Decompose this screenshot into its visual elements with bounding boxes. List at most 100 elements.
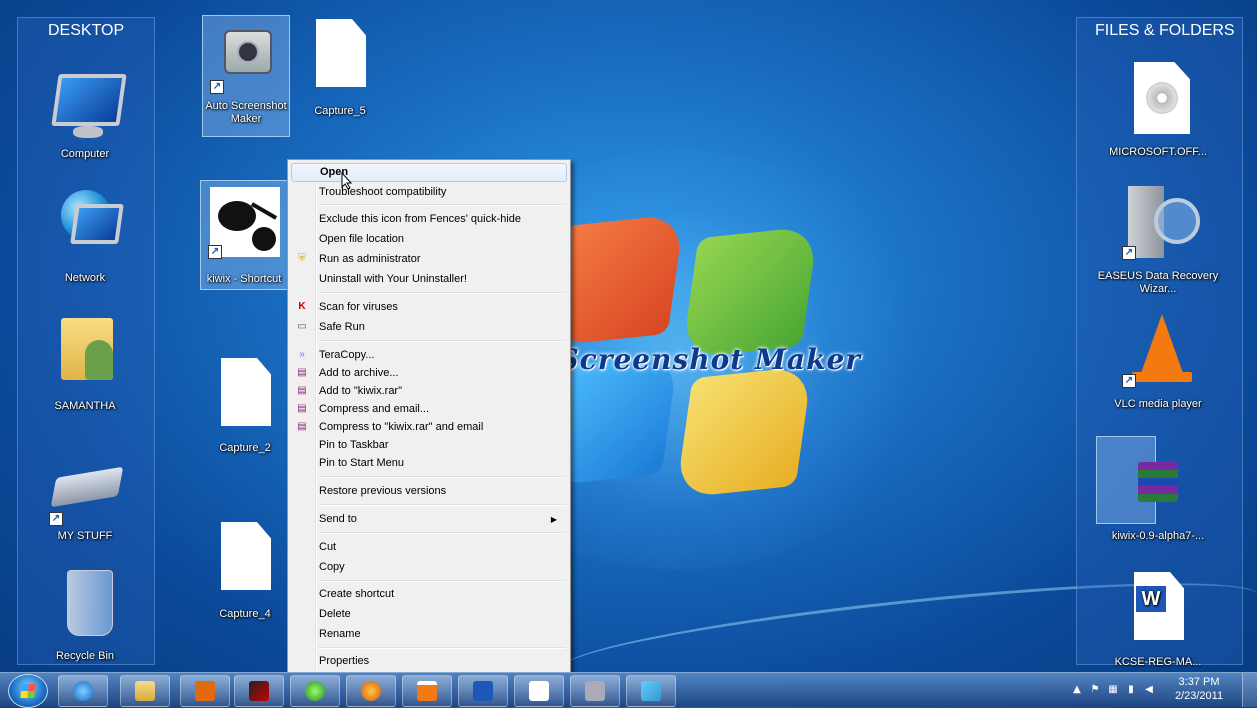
desktop-icon-network[interactable]: Network: [30, 182, 140, 285]
desktop-icon-microsoft-off[interactable]: MICROSOFT.OFF...: [1096, 58, 1220, 159]
disc-image-icon: [1118, 58, 1198, 136]
winrar-icon: ▤: [297, 421, 307, 432]
menu-item-properties[interactable]: Properties: [291, 652, 567, 671]
shortcut-arrow-icon: ↗: [1122, 374, 1136, 388]
menu-item-delete[interactable]: Delete: [291, 605, 567, 624]
menu-item-copy[interactable]: Copy: [291, 558, 567, 577]
menu-item-compress-email[interactable]: ▤ Compress and email...: [291, 400, 567, 419]
taskbar-kiwix[interactable]: [514, 675, 564, 707]
recycle-bin-icon: [45, 564, 125, 642]
menu-item-open-file-location[interactable]: Open file location: [291, 230, 567, 249]
menu-separator: [318, 204, 566, 206]
menu-label: Add to archive...: [319, 367, 399, 379]
kiwix-icon: ↗: [204, 181, 284, 259]
desktop-icon-capture4[interactable]: Capture_4: [190, 518, 300, 621]
document-icon: [300, 15, 380, 93]
menu-item-teracopy[interactable]: » TeraCopy...: [291, 346, 567, 365]
menu-label: Add to "kiwix.rar": [319, 385, 402, 397]
network-icon: [45, 182, 125, 260]
desktop-icon-easeus[interactable]: ↗ EASEUS Data Recovery Wizar...: [1096, 182, 1220, 296]
menu-item-compress-kiwix-email[interactable]: ▤ Compress to "kiwix.rar" and email: [291, 418, 567, 437]
action-center-icon[interactable]: ⚑: [1089, 684, 1101, 696]
desktop-icon-capture5[interactable]: Capture_5: [285, 15, 395, 118]
fence-title-desktop: DESKTOP: [48, 22, 125, 39]
menu-item-rename[interactable]: Rename: [291, 625, 567, 644]
icon-label: EASEUS Data Recovery Wizar...: [1097, 270, 1219, 295]
menu-label: Cut: [319, 541, 337, 553]
icon-label: SAMANTHA: [54, 400, 116, 412]
clock[interactable]: 3:37 PM 2/23/2011: [1169, 675, 1229, 703]
desktop-icon-kcse[interactable]: KCSE-REG-MA...: [1096, 568, 1220, 669]
menu-item-pin-taskbar[interactable]: Pin to Taskbar: [291, 436, 567, 455]
menu-label: Compress and email...: [319, 403, 430, 415]
start-button[interactable]: [8, 674, 48, 708]
icon-label: Recycle Bin: [55, 650, 115, 662]
taskbar-kaspersky[interactable]: [234, 675, 284, 707]
rar-archive-icon: [1118, 444, 1198, 522]
desktop-icon-kiwix-shortcut[interactable]: ↗ kiwix - Shortcut: [200, 180, 288, 290]
power-icon[interactable]: ▮: [1125, 684, 1137, 696]
windows-logo-green: [681, 225, 819, 359]
desktop-icon-my-stuff[interactable]: ↗ MY STUFF: [30, 448, 140, 543]
menu-separator: [318, 647, 566, 649]
menu-item-exclude-fences[interactable]: Exclude this icon from Fences' quick-hid…: [291, 210, 567, 229]
taskbar-auto-screenshot-maker[interactable]: [570, 675, 620, 707]
menu-item-safe-run[interactable]: ▭ Safe Run: [291, 318, 567, 337]
winrar-icon: ▤: [297, 385, 307, 396]
shortcut-arrow-icon: ↗: [208, 245, 222, 259]
document-icon: [205, 354, 285, 432]
taskbar-firefox[interactable]: [346, 675, 396, 707]
desktop-icon-vlc[interactable]: ↗ VLC media player: [1096, 310, 1220, 411]
menu-item-troubleshoot[interactable]: Troubleshoot compatibility: [291, 183, 567, 202]
desktop-icon-auto-screenshot[interactable]: ↗ Auto Screenshot Maker: [202, 15, 290, 137]
vlc-icon: ↗: [1118, 310, 1198, 388]
desktop-icon-capture2[interactable]: Capture_2: [190, 354, 300, 455]
menu-item-pin-start[interactable]: Pin to Start Menu: [291, 454, 567, 473]
menu-item-run-as-admin[interactable]: ⛨ Run as administrator: [291, 250, 567, 269]
menu-item-add-kiwix-rar[interactable]: ▤ Add to "kiwix.rar": [291, 382, 567, 401]
taskbar-utorrent[interactable]: [290, 675, 340, 707]
winrar-icon: ▤: [297, 367, 307, 378]
menu-item-restore-versions[interactable]: Restore previous versions: [291, 482, 567, 501]
icon-label: kiwix - Shortcut: [206, 273, 282, 285]
desktop-icon-kiwix-alpha[interactable]: kiwix-0.9-alpha7-...: [1096, 444, 1220, 543]
show-desktop-button[interactable]: [1242, 673, 1257, 707]
camera-icon: [585, 681, 605, 701]
menu-label: Scan for viruses: [319, 301, 398, 313]
menu-label: Uninstall with Your Uninstaller!: [319, 273, 467, 285]
menu-label: Create shortcut: [319, 588, 395, 600]
document-icon: [205, 518, 285, 596]
network-tray-icon[interactable]: ▦: [1107, 684, 1119, 696]
taskbar-control-panel[interactable]: [626, 675, 676, 707]
show-hidden-icons-icon[interactable]: ▲: [1071, 684, 1083, 696]
icon-label: Capture_5: [314, 105, 366, 117]
menu-separator: [318, 504, 566, 506]
menu-item-cut[interactable]: Cut: [291, 538, 567, 557]
menu-item-create-shortcut[interactable]: Create shortcut: [291, 585, 567, 604]
taskbar-file-explorer[interactable]: [120, 675, 170, 707]
taskbar-word[interactable]: [458, 675, 508, 707]
icon-label: KCSE-REG-MA...: [1114, 656, 1202, 668]
uac-shield-icon: ⛨: [298, 253, 306, 264]
taskbar-internet-explorer[interactable]: [58, 675, 108, 707]
windows-logo-yellow: [675, 365, 813, 499]
mouse-cursor-icon: [341, 172, 353, 190]
shortcut-arrow-icon: ↗: [49, 512, 63, 526]
volume-icon[interactable]: ◀: [1143, 684, 1155, 696]
menu-label: Troubleshoot compatibility: [319, 186, 447, 198]
menu-item-send-to[interactable]: Send to ▶: [291, 510, 567, 529]
clock-date: 2/23/2011: [1174, 690, 1224, 702]
icon-label: Auto Screenshot Maker: [205, 100, 287, 125]
desktop-icon-samantha[interactable]: SAMANTHA: [30, 308, 140, 413]
internet-explorer-icon: [73, 681, 93, 701]
menu-label: Copy: [319, 561, 345, 573]
taskbar-media-player[interactable]: [180, 675, 230, 707]
menu-item-open[interactable]: Open: [291, 163, 567, 182]
desktop-icon-computer[interactable]: Computer: [30, 66, 140, 161]
menu-item-scan-viruses[interactable]: K Scan for viruses: [291, 298, 567, 317]
taskbar-vlc[interactable]: [402, 675, 452, 707]
computer-icon: [45, 66, 127, 144]
menu-item-add-archive[interactable]: ▤ Add to archive...: [291, 364, 567, 383]
desktop-icon-recycle-bin[interactable]: Recycle Bin: [30, 564, 140, 663]
menu-item-uninstall[interactable]: Uninstall with Your Uninstaller!: [291, 270, 567, 289]
